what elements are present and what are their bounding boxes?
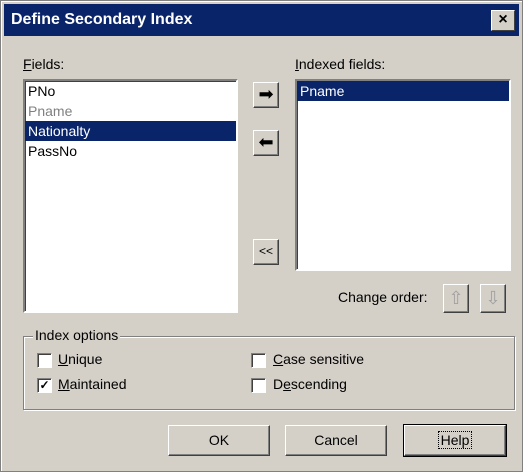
unique-label[interactable]: Unique: [58, 351, 102, 367]
descending-label[interactable]: Descending: [273, 376, 347, 392]
move-down-button[interactable]: ⇩: [480, 284, 506, 313]
arrow-up-icon: ⇧: [448, 288, 464, 308]
descending-checkbox[interactable]: [251, 378, 266, 393]
indexed-fields-label: Indexed fields:: [295, 56, 386, 72]
list-item[interactable]: Pname: [25, 101, 236, 121]
arrow-down-icon: ⇩: [485, 288, 501, 308]
list-item[interactable]: Pname: [297, 81, 509, 101]
arrow-left-icon: ⬅: [258, 132, 274, 152]
cancel-button[interactable]: Cancel: [285, 425, 387, 456]
index-options-group: [23, 336, 515, 410]
ok-button[interactable]: OK: [168, 425, 270, 456]
list-item[interactable]: PNo: [25, 81, 236, 101]
arrow-right-icon: ➡: [258, 84, 274, 104]
maintained-checkbox[interactable]: ✓: [37, 378, 52, 393]
remove-field-button[interactable]: ⬅: [253, 130, 279, 156]
help-button-label: Help: [437, 431, 473, 449]
define-secondary-index-dialog: Define Secondary Index × Fields: PNo Pna…: [0, 0, 523, 472]
title-bar[interactable]: Define Secondary Index ×: [4, 4, 519, 36]
checkmark-icon: ✓: [39, 378, 50, 392]
help-button[interactable]: Help: [403, 424, 507, 457]
fields-label: Fields:: [23, 56, 65, 72]
change-order-label: Change order:: [338, 289, 428, 305]
index-options-title: Index options: [33, 327, 121, 343]
dialog-title: Define Secondary Index: [11, 11, 193, 28]
list-item[interactable]: Nationalty: [25, 121, 236, 141]
remove-all-button[interactable]: <<: [253, 239, 279, 265]
fields-list[interactable]: PNo Pname Nationalty PassNo: [23, 79, 238, 313]
unique-checkbox[interactable]: [37, 353, 52, 368]
add-field-button[interactable]: ➡: [253, 82, 279, 108]
list-item[interactable]: PassNo: [25, 141, 236, 161]
maintained-label[interactable]: Maintained: [58, 376, 127, 392]
close-button[interactable]: ×: [491, 10, 515, 31]
case-sensitive-checkbox[interactable]: [251, 353, 266, 368]
case-sensitive-label[interactable]: Case sensitive: [273, 351, 364, 367]
indexed-fields-list[interactable]: Pname: [295, 79, 511, 271]
move-up-button[interactable]: ⇧: [443, 284, 469, 313]
